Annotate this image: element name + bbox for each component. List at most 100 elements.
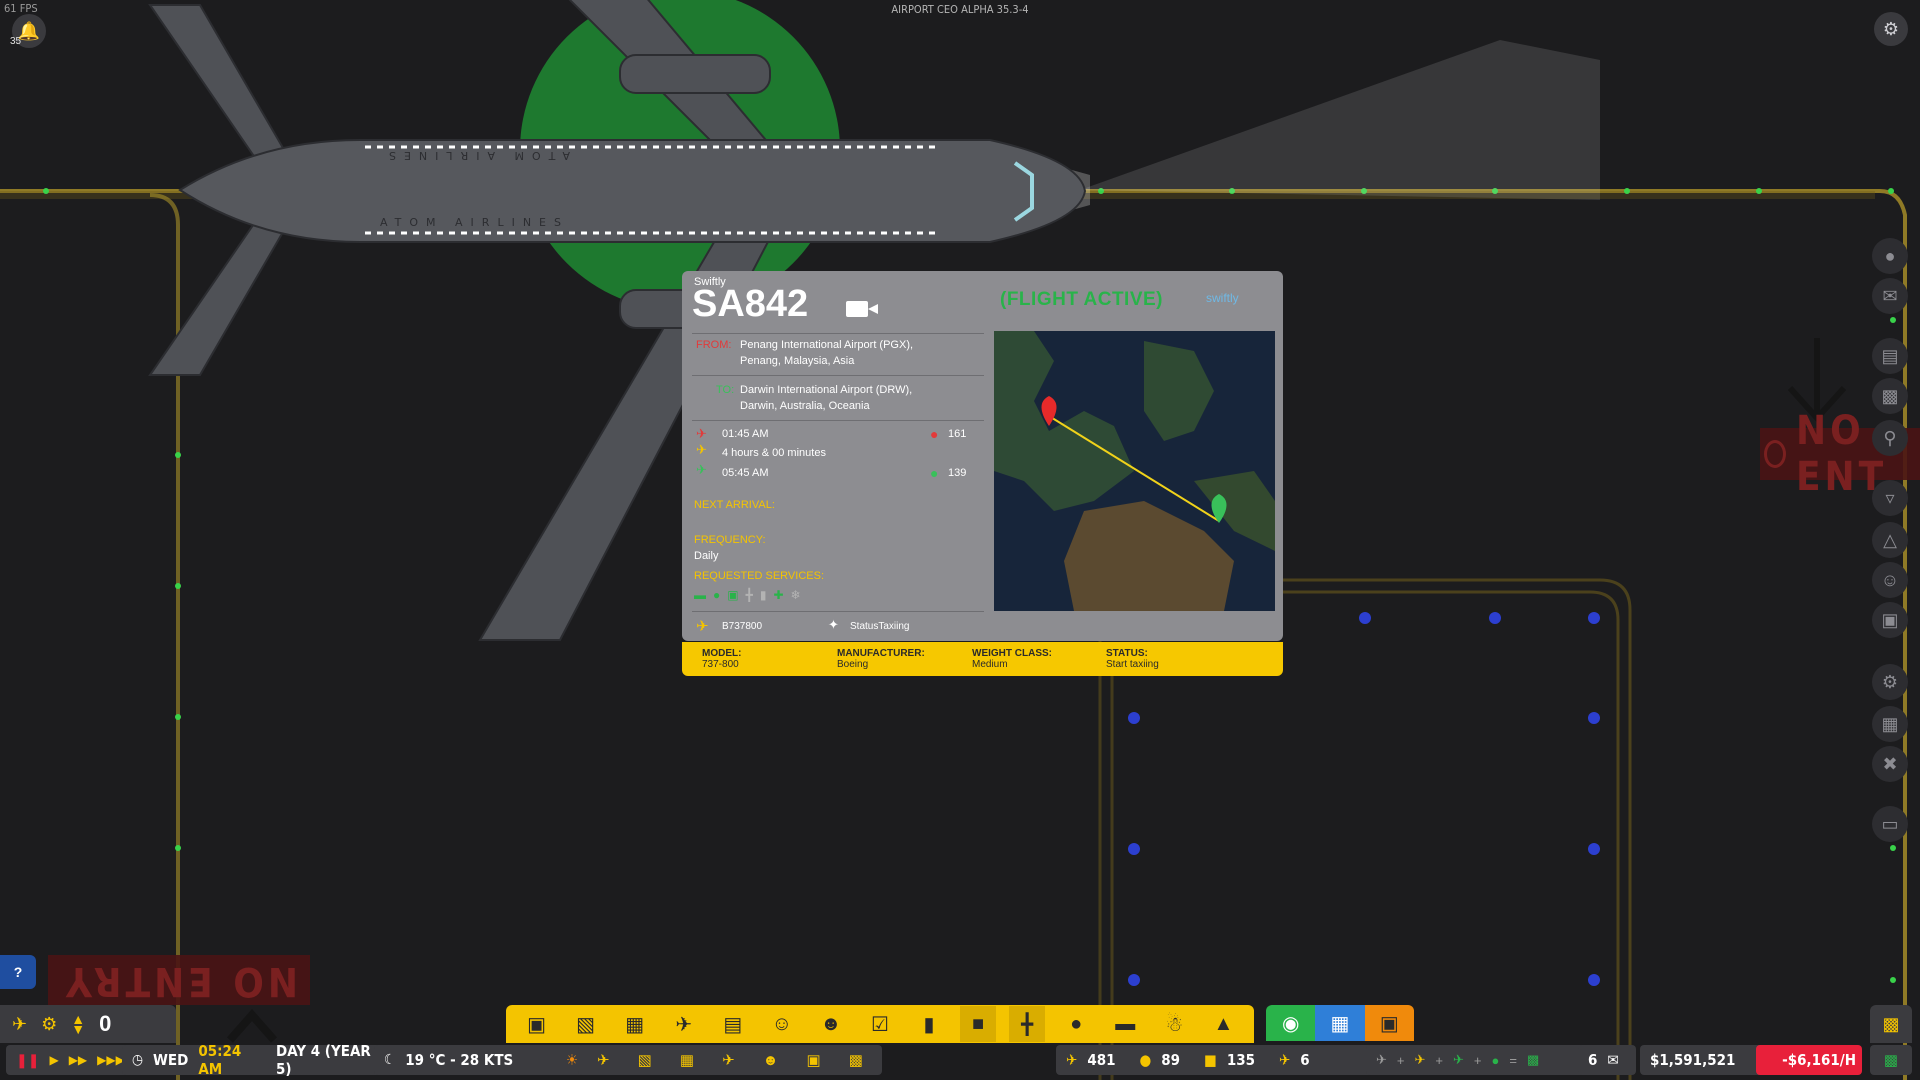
shop-tool-icon[interactable]: ■ xyxy=(960,1006,997,1042)
help-button[interactable]: ? xyxy=(0,955,36,989)
to-airport: Darwin International Airport (DRW), xyxy=(740,384,913,396)
play-icon[interactable]: ▶ xyxy=(49,1053,58,1067)
overlay-mode-icon[interactable]: ◉ xyxy=(1266,1005,1316,1041)
money-panel[interactable]: $1,591,521 xyxy=(1640,1045,1768,1075)
medical-icon: ✚ xyxy=(773,588,784,602)
speed-controls: ❚❚ ▶ ▶▶ ▶▶▶ xyxy=(6,1045,130,1075)
fast-forward-icon[interactable]: ▶▶ xyxy=(69,1053,87,1067)
model-value: 737-800 xyxy=(702,659,739,670)
staff-button[interactable]: ☺ xyxy=(1872,562,1908,598)
operations-button[interactable]: ⚙ xyxy=(1872,664,1908,700)
contractors-button[interactable]: ▦ xyxy=(1872,706,1908,742)
checkin-tool-icon[interactable]: ☑ xyxy=(862,1006,898,1042)
runway-tool-icon[interactable]: ✈ xyxy=(666,1006,702,1042)
flights-overlay-icon[interactable]: ✈ xyxy=(597,1051,610,1069)
aircraft-details-bar: MODEL: 737-800 MANUFACTURER: Boeing WEIGHT… xyxy=(682,642,1283,676)
seating-tool-icon[interactable]: ▬ xyxy=(1107,1006,1143,1042)
frequency-value: Daily xyxy=(694,550,719,562)
food-tool-icon[interactable]: ╋ xyxy=(1009,1006,1046,1042)
follow-camera-button[interactable] xyxy=(846,298,880,320)
flight-duration: 4 hours & 00 minutes xyxy=(722,447,826,459)
fastest-icon[interactable]: ▶▶▶ xyxy=(97,1053,125,1067)
statistics-button[interactable]: ▩ xyxy=(1872,378,1908,414)
dot-green-icon: ● xyxy=(1491,1052,1500,1068)
world-map-button[interactable]: ● xyxy=(1872,238,1908,274)
gear-icon: ⚙ xyxy=(1882,18,1900,39)
from-location: Penang, Malaysia, Asia xyxy=(740,355,855,367)
security-overlay-icon[interactable]: ☻ xyxy=(763,1052,779,1069)
baggage-icon: ▣ xyxy=(727,588,739,602)
storage-tool-icon[interactable]: ▲ xyxy=(1205,1006,1241,1042)
next-arrival-label: NEXT ARRIVAL: xyxy=(694,499,775,511)
departures-icon: ✈ xyxy=(1066,1051,1078,1069)
departure-pax: 161 xyxy=(948,428,967,440)
from-airport: Penang International Airport (PGX), xyxy=(740,339,914,351)
grid-overlay-icon[interactable]: ▦ xyxy=(680,1051,694,1069)
weather-readout: 19 °C - 28 KTS xyxy=(405,1051,514,1069)
fuel-icon: ● xyxy=(713,588,721,602)
reports-button[interactable]: ▤ xyxy=(1872,338,1908,374)
pause-icon[interactable]: ❚❚ xyxy=(16,1052,39,1069)
vehicles-button[interactable]: ▣ xyxy=(1872,602,1908,638)
runway-overlay-icon[interactable]: ✈ xyxy=(722,1051,735,1069)
weight-class-value: Medium xyxy=(972,659,1008,670)
stat-passengers: 89 xyxy=(1161,1051,1181,1069)
video-camera-icon xyxy=(846,301,868,317)
stat-bags: 135 xyxy=(1226,1051,1255,1069)
gear-icon[interactable]: ⚙ xyxy=(41,1014,57,1035)
finance-overlay-icon[interactable]: ▩ xyxy=(849,1051,863,1069)
moon-icon: ☾ xyxy=(384,1052,396,1068)
weight-class-label: WEIGHT CLASS: xyxy=(972,648,1052,659)
screens-button[interactable]: ▭ xyxy=(1872,806,1908,842)
income-rate-panel[interactable]: -$6,161/H xyxy=(1756,1045,1862,1075)
mail-panel[interactable]: 6 ✉ xyxy=(1578,1045,1636,1075)
decor-tool-icon[interactable]: ☃ xyxy=(1156,1006,1192,1042)
zoom-arrows-icon[interactable]: ▲ ▼ xyxy=(71,1012,85,1036)
flight-planner-icon[interactable]: ✈ xyxy=(12,1014,27,1035)
terminal-tool-icon[interactable]: ▣ xyxy=(519,1006,555,1042)
passenger-icon: ● xyxy=(1139,1051,1152,1069)
mail-button[interactable]: ✉ xyxy=(1872,278,1908,314)
fleet-formula-panel: ✈ + ✈ + ✈ + ● = ▩ xyxy=(1366,1045,1586,1075)
stats-toggle-button[interactable]: ▩ xyxy=(1870,1005,1912,1043)
finance-tool-icon[interactable]: ● xyxy=(1058,1006,1094,1042)
baggage-overlay-icon[interactable]: ▣ xyxy=(807,1051,821,1069)
clipboard-icon: ▤ xyxy=(1881,345,1899,366)
departure-icon: ✈ xyxy=(696,426,707,441)
settings-button[interactable]: ⚙ xyxy=(1874,12,1908,46)
aircraft-icon: ✈ xyxy=(696,618,709,635)
version-label: AIRPORT CEO ALPHA 35.3-4 xyxy=(891,3,1029,16)
ground-status: StatusTaxiing xyxy=(850,621,910,632)
research-button[interactable]: ⚲ xyxy=(1872,420,1908,456)
left-quick-panel: ✈ ⚙ ▲ ▼ 0 xyxy=(0,1005,176,1043)
grid-mode-icon[interactable]: ▦ xyxy=(1315,1005,1365,1041)
alerts-button[interactable]: △ xyxy=(1872,522,1908,558)
game-time: 05:24 AM xyxy=(198,1042,242,1078)
requested-services-icons: ▬ ● ▣ ╋ ▮ ✚ ❄ xyxy=(694,588,801,602)
security-tool-icon[interactable]: ☻ xyxy=(813,1006,849,1042)
departure-pax-icon: ● xyxy=(930,426,939,442)
staff-tool-icon[interactable]: ☺ xyxy=(764,1006,800,1042)
plane-green-icon: ✈ xyxy=(1453,1052,1464,1067)
bell-outline-icon: △ xyxy=(1883,529,1897,550)
bell-icon: 🔔 xyxy=(17,20,41,41)
baggage-tool-icon[interactable]: ▤ xyxy=(715,1006,751,1042)
bus-tool-icon[interactable]: ▦ xyxy=(617,1006,653,1042)
airport-stats-panel: ✈ 481 ● 89 ■ 135 ✈ 6 xyxy=(1056,1045,1374,1075)
restroom-tool-icon[interactable]: ▮ xyxy=(911,1006,947,1042)
maintenance-button[interactable]: ✖ xyxy=(1872,746,1908,782)
flight-info-panel: Swiftly SA842 (FLIGHT ACTIVE) swiftly FR… xyxy=(682,271,1283,641)
arrival-pax-icon: ● xyxy=(930,465,939,481)
sun-icon: ☀ xyxy=(565,1051,578,1069)
svg-text:ATOM AIRLINES: ATOM AIRLINES xyxy=(381,149,570,162)
economy-graph-button[interactable]: ▩ xyxy=(1870,1045,1912,1075)
mail-icon: ✉ xyxy=(1882,285,1898,306)
catering-icon: ╋ xyxy=(745,588,753,602)
mail-count: 6 xyxy=(1588,1051,1598,1069)
objectives-button[interactable]: ▿ xyxy=(1872,480,1908,516)
zone-tool-icon[interactable]: ▧ xyxy=(568,1006,604,1042)
bulldozer-mode-icon[interactable]: ▣ xyxy=(1364,1005,1414,1041)
zones-overlay-icon[interactable]: ▧ xyxy=(638,1051,652,1069)
arrival-pax: 139 xyxy=(948,467,967,479)
requested-services-label: REQUESTED SERVICES: xyxy=(694,570,824,582)
